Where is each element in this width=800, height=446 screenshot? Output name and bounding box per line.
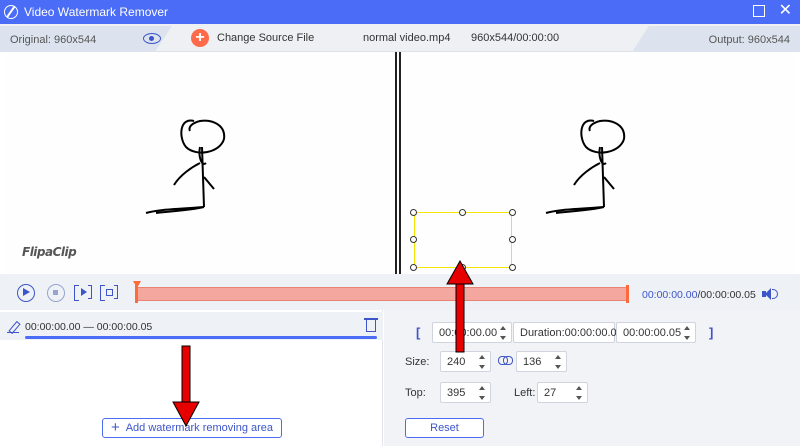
resize-handle[interactable] [459, 209, 466, 216]
frame-capture-icon[interactable] [100, 284, 118, 302]
left-field[interactable]: 27 [537, 382, 588, 403]
maximize-button[interactable] [752, 5, 765, 17]
resize-handle[interactable] [509, 236, 516, 243]
set-start-button[interactable]: [ [416, 325, 420, 340]
output-label: Output: 960x544 [708, 34, 790, 46]
height-field[interactable]: 136 [516, 351, 567, 372]
stop-icon[interactable] [47, 284, 65, 302]
end-time-spinner[interactable] [684, 326, 691, 340]
reset-button[interactable]: Reset [405, 418, 484, 438]
resize-handle[interactable] [410, 209, 417, 216]
close-button[interactable]: ✕ [779, 3, 792, 19]
title-bar: Video Watermark Remover ✕ [0, 0, 800, 24]
app-title: Video Watermark Remover [24, 5, 169, 19]
set-end-button[interactable]: ] [709, 325, 713, 340]
eye-icon[interactable] [143, 33, 161, 44]
duration-field[interactable]: Duration:00:00:00.05 [513, 322, 623, 343]
current-time: 00:00:00.00 [642, 289, 698, 301]
link-icon[interactable] [498, 356, 513, 365]
file-name: normal video.mp4 [363, 32, 451, 44]
time-readout: 00:00:00.00/00:00:00.05 [642, 289, 756, 301]
size-label: Size: [405, 356, 430, 368]
annotation-arrow-up [446, 260, 474, 353]
file-info: 960x544/00:00:00 [471, 32, 560, 44]
plus-icon: + [110, 419, 120, 436]
resize-handle[interactable] [509, 264, 516, 271]
timeline-track[interactable] [136, 287, 628, 301]
segment-progress-bar [25, 336, 377, 339]
playhead-marker[interactable] [133, 281, 141, 288]
width-field[interactable]: 240 [440, 351, 491, 372]
left-spinner[interactable] [576, 386, 583, 400]
preview-divider [399, 52, 401, 274]
resize-handle[interactable] [410, 236, 417, 243]
top-label: Top: [405, 387, 426, 399]
original-label: Original: 960x544 [10, 34, 97, 46]
watermark-text: FlipaClip [22, 245, 77, 259]
change-source-button[interactable]: Change Source File [217, 32, 314, 44]
top-spinner[interactable] [479, 386, 486, 400]
annotation-arrow-down [172, 345, 200, 427]
total-time: /00:00:00.05 [697, 289, 756, 301]
top-field[interactable]: 395 [440, 382, 491, 403]
edit-icon[interactable] [7, 321, 19, 334]
height-spinner[interactable] [555, 355, 562, 369]
trash-icon[interactable] [364, 318, 378, 332]
preview-divider [395, 52, 397, 274]
stick-figure-original [145, 119, 226, 214]
next-frame-icon[interactable] [74, 284, 92, 302]
start-time-spinner[interactable] [500, 326, 507, 340]
left-label: Left: [514, 387, 536, 399]
resize-handle[interactable] [410, 264, 417, 271]
width-spinner[interactable] [479, 355, 486, 369]
end-time-field[interactable]: 00:00:00.05 [616, 322, 696, 343]
stick-figure-output [545, 119, 626, 214]
app-logo-icon [4, 5, 18, 19]
resize-handle[interactable] [509, 209, 516, 216]
plus-circle-icon[interactable]: + [191, 29, 209, 47]
window-controls: ✕ [752, 3, 792, 19]
preview-area: FlipaClip [0, 52, 800, 274]
play-icon[interactable] [17, 284, 35, 302]
info-bar: Original: 960x544 + Change Source File n… [0, 24, 800, 52]
trim-end-handle[interactable] [626, 285, 629, 303]
segment-range: 00:00:00.00 — 00:00:00.05 [25, 321, 153, 333]
